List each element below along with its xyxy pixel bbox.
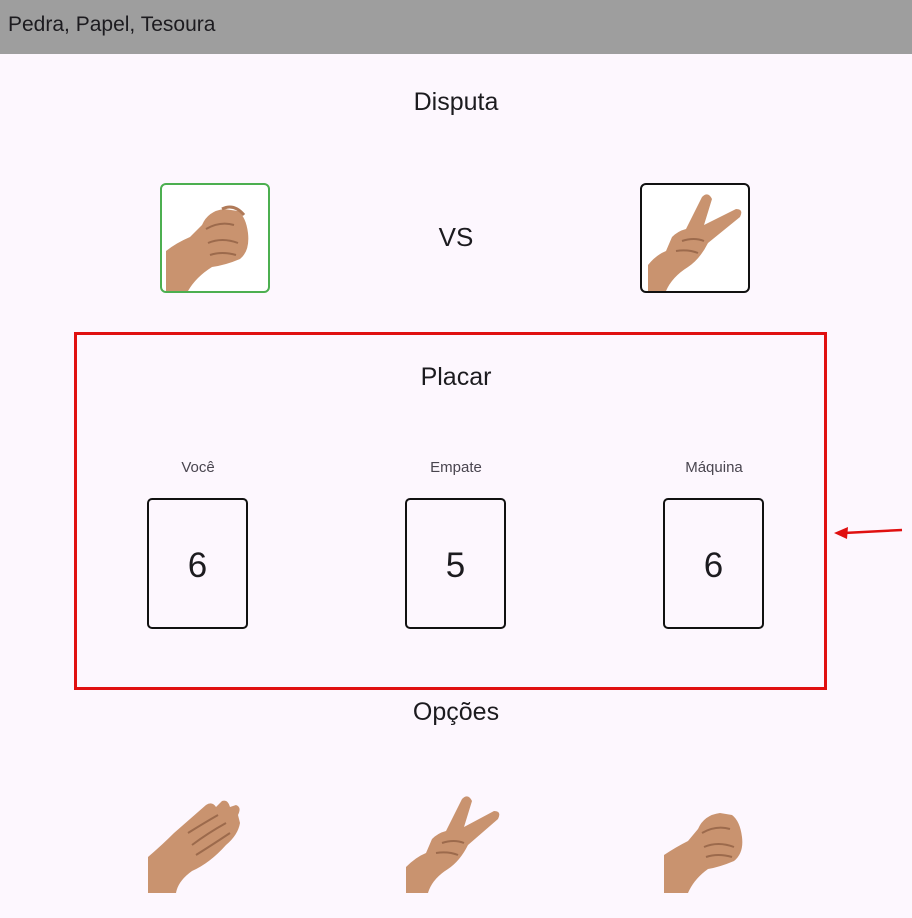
rock-hand-icon <box>166 205 249 291</box>
paper-hand-icon <box>148 800 240 893</box>
rock-hand-icon <box>664 813 743 893</box>
app-title: Pedra, Papel, Tesoura <box>8 13 216 36</box>
score-label-machine: Máquina <box>685 459 743 476</box>
scissors-hand-icon <box>406 796 500 893</box>
score-value-you: 6 <box>187 546 208 585</box>
vs-label: VS <box>438 222 474 252</box>
option-paper-button[interactable] <box>148 793 243 893</box>
annotation-arrow-icon <box>834 527 903 539</box>
disputa-title: Disputa <box>413 88 499 116</box>
placar-title: Placar <box>420 363 492 391</box>
score-value-machine: 6 <box>703 546 724 585</box>
option-rock-button[interactable] <box>664 793 759 893</box>
app-bar: Pedra, Papel, Tesoura <box>0 0 912 54</box>
score-box-you: 6 <box>147 498 248 629</box>
score-label-you: Você <box>181 459 215 476</box>
machine-choice-box <box>640 183 750 293</box>
opcoes-title: Opções <box>412 698 500 726</box>
score-box-machine: 6 <box>663 498 764 629</box>
score-value-tie: 5 <box>445 546 466 585</box>
score-box-tie: 5 <box>405 498 506 629</box>
scissors-hand-icon <box>648 194 742 291</box>
option-scissors-button[interactable] <box>406 793 501 893</box>
score-label-tie: Empate <box>430 459 482 476</box>
player-choice-box <box>160 183 270 293</box>
